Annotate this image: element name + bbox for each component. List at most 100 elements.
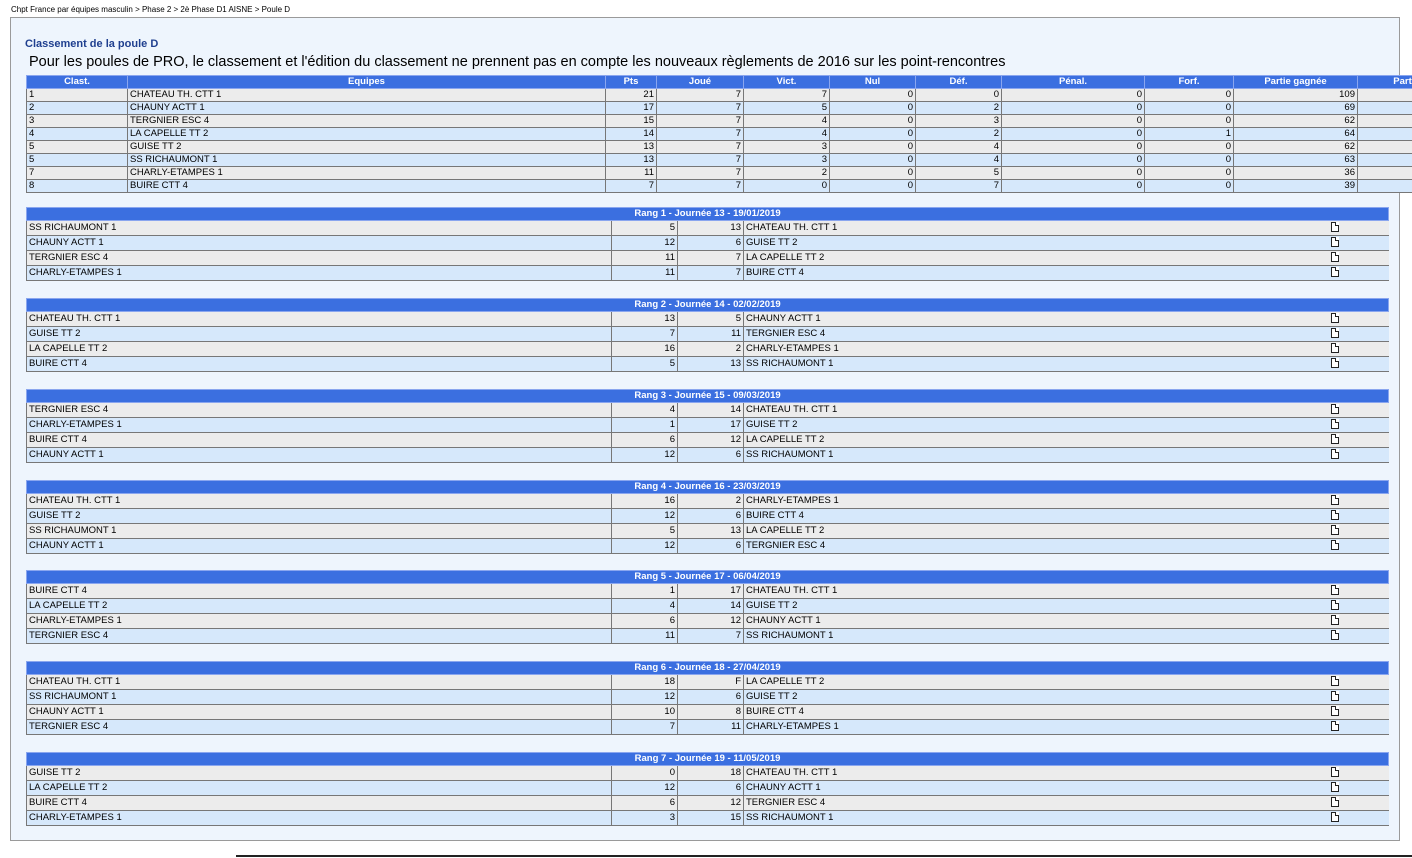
standings-cell-team[interactable]: CHATEAU TH. CTT 1 bbox=[127, 88, 606, 102]
match-home-team[interactable]: CHATEAU TH. CTT 1 bbox=[26, 493, 612, 509]
document-icon[interactable] bbox=[1330, 600, 1339, 611]
match-away-team[interactable]: CHARLY-ETAMPES 1 bbox=[743, 341, 1329, 357]
match-home-team[interactable]: SS RICHAUMONT 1 bbox=[26, 689, 612, 705]
document-icon[interactable] bbox=[1330, 510, 1339, 521]
match-sheet-cell[interactable] bbox=[1328, 417, 1389, 433]
match-sheet-cell[interactable] bbox=[1328, 508, 1389, 524]
match-away-team[interactable]: CHAUNY ACTT 1 bbox=[743, 613, 1329, 629]
match-away-team[interactable]: LA CAPELLE TT 2 bbox=[743, 523, 1329, 539]
match-sheet-cell[interactable] bbox=[1328, 523, 1389, 539]
match-sheet-cell[interactable] bbox=[1328, 538, 1389, 554]
document-icon[interactable] bbox=[1330, 358, 1339, 369]
match-away-team[interactable]: TERGNIER ESC 4 bbox=[743, 795, 1329, 811]
match-sheet-cell[interactable] bbox=[1328, 326, 1389, 342]
match-sheet-cell[interactable] bbox=[1328, 674, 1389, 690]
match-away-team[interactable]: SS RICHAUMONT 1 bbox=[743, 810, 1329, 826]
match-away-team[interactable]: SS RICHAUMONT 1 bbox=[743, 356, 1329, 372]
match-home-team[interactable]: BUIRE CTT 4 bbox=[26, 795, 612, 811]
document-icon[interactable] bbox=[1330, 237, 1339, 248]
match-sheet-cell[interactable] bbox=[1328, 265, 1389, 281]
match-away-team[interactable]: TERGNIER ESC 4 bbox=[743, 538, 1329, 554]
match-sheet-cell[interactable] bbox=[1328, 765, 1389, 781]
match-home-team[interactable]: CHAUNY ACTT 1 bbox=[26, 447, 612, 463]
match-home-team[interactable]: CHATEAU TH. CTT 1 bbox=[26, 674, 612, 690]
match-home-team[interactable]: CHAUNY ACTT 1 bbox=[26, 235, 612, 251]
match-home-team[interactable]: CHATEAU TH. CTT 1 bbox=[26, 311, 612, 327]
document-icon[interactable] bbox=[1330, 449, 1339, 460]
document-icon[interactable] bbox=[1330, 313, 1339, 324]
match-home-team[interactable]: BUIRE CTT 4 bbox=[26, 356, 612, 372]
breadcrumb[interactable]: Chpt France par équipes masculin > Phase… bbox=[11, 5, 290, 14]
standings-cell-team[interactable]: BUIRE CTT 4 bbox=[127, 179, 606, 193]
document-icon[interactable] bbox=[1330, 267, 1339, 278]
match-away-team[interactable]: BUIRE CTT 4 bbox=[743, 265, 1329, 281]
match-sheet-cell[interactable] bbox=[1328, 493, 1389, 509]
match-sheet-cell[interactable] bbox=[1328, 402, 1389, 418]
match-home-team[interactable]: TERGNIER ESC 4 bbox=[26, 402, 612, 418]
match-sheet-cell[interactable] bbox=[1328, 810, 1389, 826]
standings-cell-team[interactable]: SS RICHAUMONT 1 bbox=[127, 153, 606, 167]
match-home-team[interactable]: CHARLY-ETAMPES 1 bbox=[26, 265, 612, 281]
match-home-team[interactable]: SS RICHAUMONT 1 bbox=[26, 523, 612, 539]
document-icon[interactable] bbox=[1330, 540, 1339, 551]
standings-cell-team[interactable]: CHAUNY ACTT 1 bbox=[127, 101, 606, 115]
match-sheet-cell[interactable] bbox=[1328, 311, 1389, 327]
match-away-team[interactable]: GUISE TT 2 bbox=[743, 235, 1329, 251]
match-away-team[interactable]: CHAUNY ACTT 1 bbox=[743, 780, 1329, 796]
match-away-team[interactable]: TERGNIER ESC 4 bbox=[743, 326, 1329, 342]
document-icon[interactable] bbox=[1330, 767, 1339, 778]
match-sheet-cell[interactable] bbox=[1328, 220, 1389, 236]
match-away-team[interactable]: CHAUNY ACTT 1 bbox=[743, 311, 1329, 327]
match-away-team[interactable]: SS RICHAUMONT 1 bbox=[743, 447, 1329, 463]
match-sheet-cell[interactable] bbox=[1328, 356, 1389, 372]
document-icon[interactable] bbox=[1330, 495, 1339, 506]
document-icon[interactable] bbox=[1330, 615, 1339, 626]
match-sheet-cell[interactable] bbox=[1328, 780, 1389, 796]
match-sheet-cell[interactable] bbox=[1328, 235, 1389, 251]
match-sheet-cell[interactable] bbox=[1328, 447, 1389, 463]
match-home-team[interactable]: GUISE TT 2 bbox=[26, 765, 612, 781]
match-sheet-cell[interactable] bbox=[1328, 341, 1389, 357]
document-icon[interactable] bbox=[1330, 676, 1339, 687]
document-icon[interactable] bbox=[1330, 812, 1339, 823]
match-away-team[interactable]: BUIRE CTT 4 bbox=[743, 508, 1329, 524]
match-sheet-cell[interactable] bbox=[1328, 628, 1389, 644]
match-away-team[interactable]: LA CAPELLE TT 2 bbox=[743, 432, 1329, 448]
match-sheet-cell[interactable] bbox=[1328, 795, 1389, 811]
match-sheet-cell[interactable] bbox=[1328, 250, 1389, 266]
match-away-team[interactable]: BUIRE CTT 4 bbox=[743, 704, 1329, 720]
match-home-team[interactable]: SS RICHAUMONT 1 bbox=[26, 220, 612, 236]
match-sheet-cell[interactable] bbox=[1328, 598, 1389, 614]
document-icon[interactable] bbox=[1330, 691, 1339, 702]
match-home-team[interactable]: GUISE TT 2 bbox=[26, 508, 612, 524]
match-sheet-cell[interactable] bbox=[1328, 583, 1389, 599]
match-away-team[interactable]: CHARLY-ETAMPES 1 bbox=[743, 719, 1329, 735]
match-away-team[interactable]: GUISE TT 2 bbox=[743, 417, 1329, 433]
match-away-team[interactable]: CHARLY-ETAMPES 1 bbox=[743, 493, 1329, 509]
match-home-team[interactable]: CHARLY-ETAMPES 1 bbox=[26, 417, 612, 433]
document-icon[interactable] bbox=[1330, 404, 1339, 415]
match-home-team[interactable]: TERGNIER ESC 4 bbox=[26, 628, 612, 644]
match-home-team[interactable]: CHARLY-ETAMPES 1 bbox=[26, 810, 612, 826]
match-away-team[interactable]: CHATEAU TH. CTT 1 bbox=[743, 220, 1329, 236]
match-sheet-cell[interactable] bbox=[1328, 613, 1389, 629]
match-away-team[interactable]: CHATEAU TH. CTT 1 bbox=[743, 583, 1329, 599]
document-icon[interactable] bbox=[1330, 630, 1339, 641]
standings-cell-team[interactable]: LA CAPELLE TT 2 bbox=[127, 127, 606, 141]
document-icon[interactable] bbox=[1330, 585, 1339, 596]
match-home-team[interactable]: LA CAPELLE TT 2 bbox=[26, 598, 612, 614]
match-away-team[interactable]: GUISE TT 2 bbox=[743, 598, 1329, 614]
match-home-team[interactable]: CHAUNY ACTT 1 bbox=[26, 538, 612, 554]
document-icon[interactable] bbox=[1330, 419, 1339, 430]
match-home-team[interactable]: BUIRE CTT 4 bbox=[26, 432, 612, 448]
match-home-team[interactable]: CHAUNY ACTT 1 bbox=[26, 704, 612, 720]
match-away-team[interactable]: LA CAPELLE TT 2 bbox=[743, 250, 1329, 266]
match-away-team[interactable]: CHATEAU TH. CTT 1 bbox=[743, 402, 1329, 418]
document-icon[interactable] bbox=[1330, 252, 1339, 263]
document-icon[interactable] bbox=[1330, 328, 1339, 339]
match-home-team[interactable]: TERGNIER ESC 4 bbox=[26, 719, 612, 735]
match-home-team[interactable]: TERGNIER ESC 4 bbox=[26, 250, 612, 266]
document-icon[interactable] bbox=[1330, 782, 1339, 793]
match-away-team[interactable]: LA CAPELLE TT 2 bbox=[743, 674, 1329, 690]
document-icon[interactable] bbox=[1330, 222, 1339, 233]
